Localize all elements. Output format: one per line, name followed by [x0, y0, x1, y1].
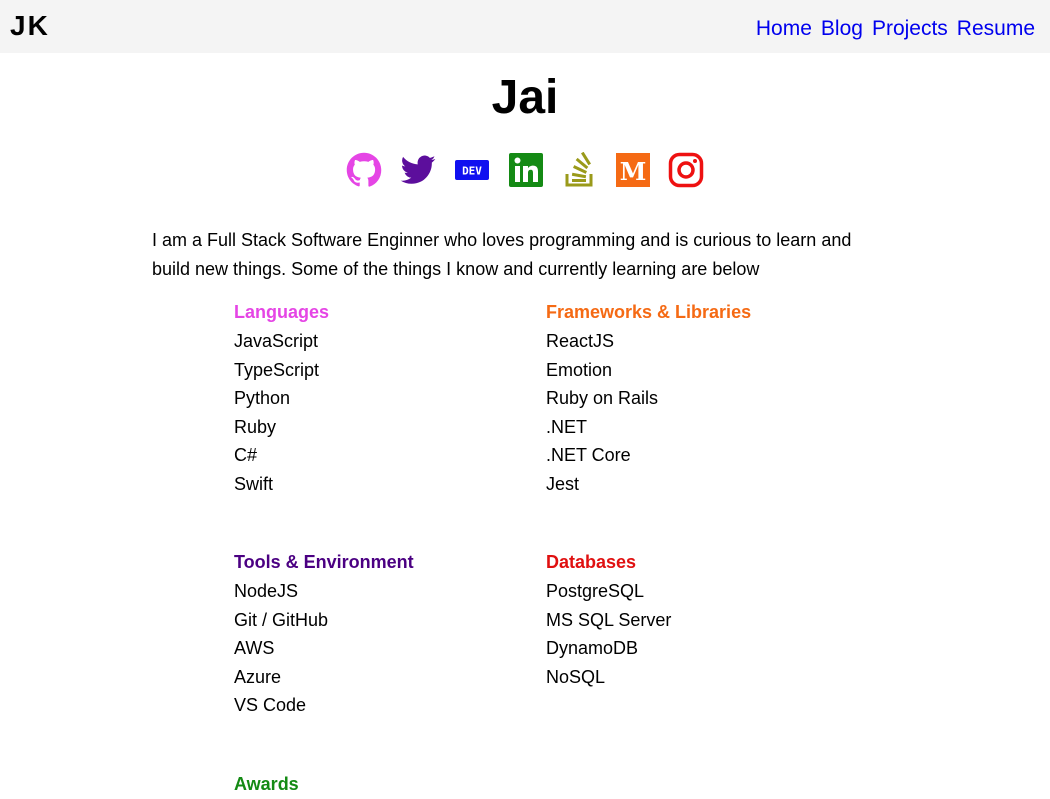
nav-projects-link[interactable]: Projects [872, 15, 948, 43]
databases-heading: Databases [546, 552, 637, 572]
dev-link[interactable]: DEV [454, 152, 490, 188]
top-navigation-bar: JK Home Blog Projects Resume [0, 0, 1050, 53]
list-item: PostgreSQL [546, 581, 645, 601]
list-item: TypeScript [234, 359, 320, 380]
list-item: AWS [234, 638, 275, 659]
databases-list: PostgreSQL MS SQL Server DynamoDB NoSQL [546, 577, 846, 691]
tools-heading: Tools & Environment [234, 552, 414, 572]
medium-link[interactable]: M [615, 152, 651, 188]
stackoverflow-link[interactable] [562, 152, 598, 188]
dev-icon: DEV [455, 160, 489, 180]
twitter-icon [400, 155, 436, 184]
list-item: ReactJS [546, 331, 615, 351]
list-item: VS Code [234, 695, 307, 716]
nav-blog-link[interactable]: Blog [821, 15, 863, 43]
languages-section: Languages JavaScript TypeScript Python R… [234, 298, 534, 499]
list-item: Git / GitHub [234, 609, 329, 630]
frameworks-list: ReactJS Emotion Ruby on Rails .NET .NET … [546, 327, 846, 499]
github-link[interactable] [346, 152, 382, 188]
github-icon [346, 152, 382, 187]
tools-list: NodeJS Git / GitHub AWS Azure VS Code [234, 577, 534, 720]
awards-section: Awards [234, 770, 534, 799]
intro-paragraph: I am a Full Stack Software Enginner who … [152, 230, 852, 279]
list-item: Ruby [234, 416, 277, 437]
list-item: Emotion [546, 359, 613, 380]
svg-text:DEV: DEV [462, 165, 482, 178]
nav-home-link[interactable]: Home [756, 15, 812, 43]
linkedin-link[interactable] [508, 152, 544, 188]
site-logo[interactable]: JK [10, 9, 50, 43]
twitter-link[interactable] [400, 152, 436, 188]
stackoverflow-icon [565, 152, 593, 187]
languages-list: JavaScript TypeScript Python Ruby C# Swi… [234, 327, 534, 499]
list-item: DynamoDB [546, 638, 639, 659]
svg-text:M: M [620, 157, 647, 186]
frameworks-heading: Frameworks & Libraries [546, 302, 752, 322]
list-item: Jest [546, 473, 580, 494]
instagram-icon [668, 152, 704, 188]
awards-heading: Awards [234, 774, 299, 794]
linkedin-icon [509, 153, 543, 187]
list-item: Swift [234, 473, 274, 494]
nav-resume-link[interactable]: Resume [957, 15, 1035, 43]
social-links: DEV M [346, 152, 706, 188]
frameworks-section: Frameworks & Libraries ReactJS Emotion R… [546, 298, 846, 499]
databases-section: Databases PostgreSQL MS SQL Server Dynam… [546, 548, 846, 691]
medium-icon: M [616, 153, 650, 187]
list-item: Ruby on Rails [546, 388, 659, 409]
instagram-link[interactable] [668, 152, 704, 188]
list-item: MS SQL Server [546, 609, 672, 630]
list-item: NodeJS [234, 581, 299, 601]
list-item: Python [234, 388, 291, 409]
list-item: Azure [234, 666, 282, 687]
list-item: C# [234, 445, 258, 466]
tools-section: Tools & Environment NodeJS Git / GitHub … [234, 548, 534, 720]
languages-heading: Languages [234, 302, 330, 322]
list-item: .NET [546, 416, 588, 437]
list-item: NoSQL [546, 666, 606, 687]
list-item: JavaScript [234, 331, 319, 351]
page-title: Jai [491, 71, 559, 124]
main-nav: Home Blog Projects Resume [756, 15, 1035, 43]
list-item: .NET Core [546, 445, 631, 466]
